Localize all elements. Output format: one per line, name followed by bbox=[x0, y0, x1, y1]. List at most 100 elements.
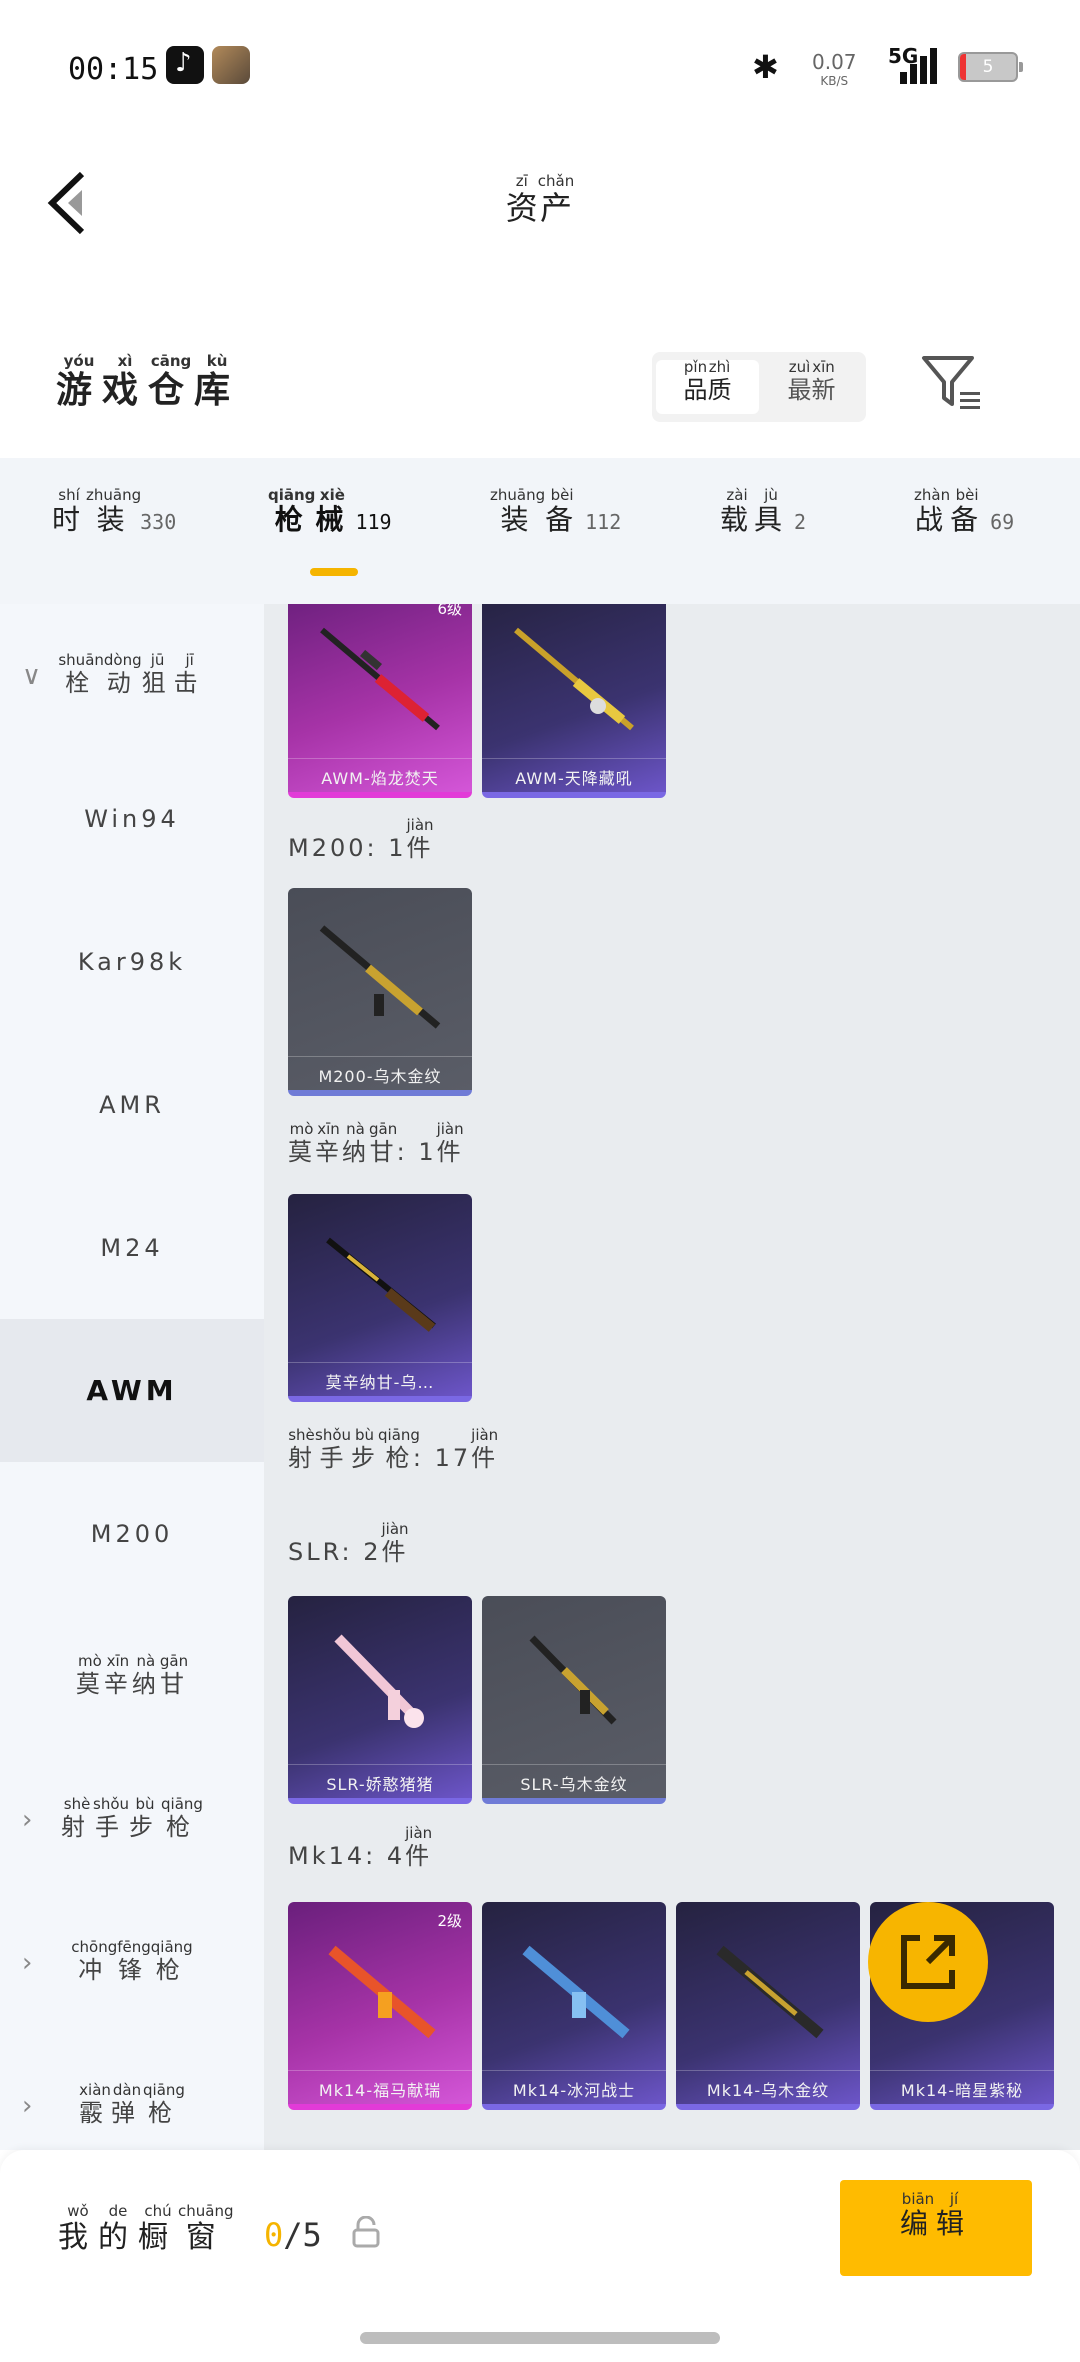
sidebar-item-label: M200 bbox=[90, 1519, 174, 1548]
tab-label: 时shí装zhuāng bbox=[52, 486, 142, 536]
home-indicator[interactable] bbox=[360, 2332, 720, 2344]
group-label-dmr: 射shè手shǒu步bù枪qiāng: 17件jiàn bbox=[288, 1426, 499, 1473]
sidebar-item-label: 栓shuān动dòng狙jū击jī bbox=[58, 651, 205, 698]
page-title: 资zī产chǎn bbox=[490, 172, 590, 229]
network-speed-unit: KB/S bbox=[820, 74, 849, 88]
hanzi-char: 射shè bbox=[61, 1795, 94, 1841]
hanzi-char: 辛xīn bbox=[315, 1120, 342, 1166]
back-button[interactable] bbox=[44, 170, 94, 236]
hanzi-char: 件jiàn bbox=[405, 1824, 433, 1870]
hanzi-char: 械xiè bbox=[315, 486, 350, 536]
rifle-image bbox=[320, 627, 440, 731]
group-label-m200: M200: 1件jiàn bbox=[288, 816, 434, 863]
hanzi-char: 仓cāng bbox=[148, 352, 195, 411]
hanzi-char: 辑jí bbox=[936, 2190, 973, 2240]
my-showcase-title: 我wǒ的de橱chú窗chuāng bbox=[58, 2202, 234, 2256]
sidebar-item-win94[interactable]: Win94 bbox=[0, 747, 264, 890]
tab-vehicles[interactable]: 载zài具jù2 bbox=[720, 486, 806, 558]
sidebar-item-smg[interactable]: › 冲chōng锋fēng枪qiāng bbox=[0, 1891, 264, 2034]
group-name: 莫mò辛xīn纳nà甘gān bbox=[288, 1120, 397, 1166]
rifle-image bbox=[716, 1945, 824, 2039]
group-count-unit: 件jiàn bbox=[405, 1824, 433, 1870]
sidebar-item-m24[interactable]: M24 bbox=[0, 1176, 264, 1319]
hanzi-char: 最zuì bbox=[787, 358, 812, 404]
hanzi-char: 弹dàn bbox=[111, 2081, 144, 2127]
sidebar-item-mosin-nagant[interactable]: 莫mò辛xīn纳nà甘gān bbox=[0, 1605, 264, 1748]
hanzi-char: 的de bbox=[98, 2202, 138, 2255]
hanzi-char: 狙jū bbox=[141, 651, 174, 697]
sidebar-item-kar98k[interactable]: Kar98k bbox=[0, 890, 264, 1033]
hanzi-char: 备bèi bbox=[950, 486, 985, 536]
weapon-type-sidebar: ∨ 栓shuān动dòng狙jū击jī Win94 Kar98k AMR M24… bbox=[0, 604, 264, 2150]
sidebar-item-dmr[interactable]: › 射shè手shǒu步bù枪qiāng bbox=[0, 1748, 264, 1891]
hanzi-char: 枪qiāng bbox=[378, 1426, 420, 1472]
network-speed-value: 0.07 bbox=[812, 50, 857, 74]
filter-icon[interactable] bbox=[920, 354, 984, 414]
sidebar-item-amr[interactable]: AMR bbox=[0, 1033, 264, 1176]
tab-count: 112 bbox=[585, 510, 622, 534]
group-count-unit: 件jiàn bbox=[437, 1120, 464, 1166]
hanzi-char: 枪qiāng bbox=[161, 1795, 203, 1841]
rifle-image bbox=[326, 1237, 436, 1332]
hanzi-char: 件jiàn bbox=[471, 1426, 499, 1472]
tab-weapons[interactable]: 枪qiāng械xiè119 bbox=[268, 486, 392, 558]
hanzi-char: 载zài bbox=[720, 486, 755, 536]
sidebar-item-bolt-action-sniper[interactable]: ∨ 栓shuān动dòng狙jū击jī bbox=[0, 604, 264, 747]
hanzi-char: 具jù bbox=[754, 486, 789, 536]
skin-level: 6级 bbox=[437, 604, 462, 618]
hanzi-char: 质zhì bbox=[707, 358, 732, 404]
tab-count: 119 bbox=[355, 510, 392, 534]
hanzi-char: 战zhàn bbox=[914, 486, 951, 536]
skin-card[interactable]: 6级 AWM-焰龙焚天 bbox=[288, 604, 472, 798]
group-count-prefix: M200: 1 bbox=[288, 834, 407, 862]
hanzi-char: 甘gān bbox=[159, 1652, 189, 1698]
edit-button[interactable]: 编biān辑jí bbox=[840, 2180, 1032, 2276]
hanzi-char: 枪qiāng bbox=[268, 486, 316, 536]
sort-by-newest[interactable]: 最zuì新xīn bbox=[760, 358, 863, 414]
rifle-image bbox=[522, 1945, 630, 2039]
sidebar-item-label: 霰xiàn弹dàn枪qiāng bbox=[79, 2081, 185, 2128]
group-name: 射shè手shǒu步bù枪qiāng bbox=[288, 1426, 420, 1472]
sort-by-quality[interactable]: 品pǐn质zhì bbox=[656, 358, 759, 414]
sidebar-item-label: 射shè手shǒu步bù枪qiāng bbox=[61, 1795, 203, 1842]
hanzi-char: 莫mò bbox=[75, 1652, 104, 1698]
group-count: : 1 bbox=[396, 1138, 437, 1166]
skin-card[interactable]: 2级 Mk14-福马献瑞 bbox=[288, 1902, 472, 2110]
tab-supplies[interactable]: 战zhàn备bèi69 bbox=[914, 486, 1014, 558]
sidebar-item-label: M24 bbox=[100, 1233, 164, 1262]
hanzi-char: 备bèi bbox=[545, 486, 580, 536]
rifle-image bbox=[319, 925, 441, 1029]
share-button[interactable] bbox=[868, 1902, 988, 2022]
hanzi-char: 窗chuāng bbox=[178, 2202, 234, 2255]
lock-icon bbox=[352, 2215, 380, 2248]
skin-card[interactable]: SLR-乌木金纹 bbox=[482, 1596, 666, 1804]
hanzi-char: 我wǒ bbox=[58, 2202, 98, 2255]
hanzi-char: 栓shuān bbox=[58, 651, 104, 697]
skin-card[interactable]: 莫辛纳甘-乌… bbox=[288, 1194, 472, 1402]
hanzi-char: 纳nà bbox=[131, 1652, 160, 1698]
sidebar-item-shotgun[interactable]: › 霰xiàn弹dàn枪qiāng bbox=[0, 2034, 264, 2150]
hanzi-char: 纳nà bbox=[342, 1120, 369, 1166]
tab-label: 载zài具jù bbox=[720, 486, 789, 536]
skin-name: Mk14-乌木金纹 bbox=[676, 2070, 860, 2100]
skin-card[interactable]: M200-乌木金纹 bbox=[288, 888, 472, 1096]
sidebar-item-m200[interactable]: M200 bbox=[0, 1462, 264, 1605]
skin-card[interactable]: Mk14-乌木金纹 bbox=[676, 1902, 860, 2110]
hanzi-char: 装zhuāng bbox=[86, 486, 142, 536]
game-repository-title: 游yóu戏xì仓cāng库kù bbox=[56, 352, 240, 413]
tab-outfits[interactable]: 时shí装zhuāng330 bbox=[52, 486, 176, 558]
showcase-count-current: 0 bbox=[264, 2216, 284, 2254]
skin-card[interactable]: AWM-天降藏吼 bbox=[482, 604, 666, 798]
skin-name: 莫辛纳甘-乌… bbox=[288, 1362, 472, 1392]
hanzi-char: 品pǐn bbox=[683, 358, 708, 404]
tab-equipment[interactable]: 装zhuāng备bèi112 bbox=[490, 486, 622, 558]
skin-card[interactable]: Mk14-冰河战士 bbox=[482, 1902, 666, 2110]
skin-card[interactable]: SLR-娇憨猪猪 bbox=[288, 1596, 472, 1804]
hanzi-char: 新xīn bbox=[811, 358, 836, 404]
hanzi-char: 步bù bbox=[351, 1426, 378, 1472]
chevron-right-icon: › bbox=[22, 1804, 41, 1835]
active-tab-indicator bbox=[310, 568, 358, 576]
sort-toggle: 品pǐn质zhì 最zuì新xīn bbox=[652, 352, 866, 422]
skin-name: SLR-娇憨猪猪 bbox=[288, 1764, 472, 1794]
sidebar-item-awm[interactable]: AWM bbox=[0, 1319, 264, 1462]
